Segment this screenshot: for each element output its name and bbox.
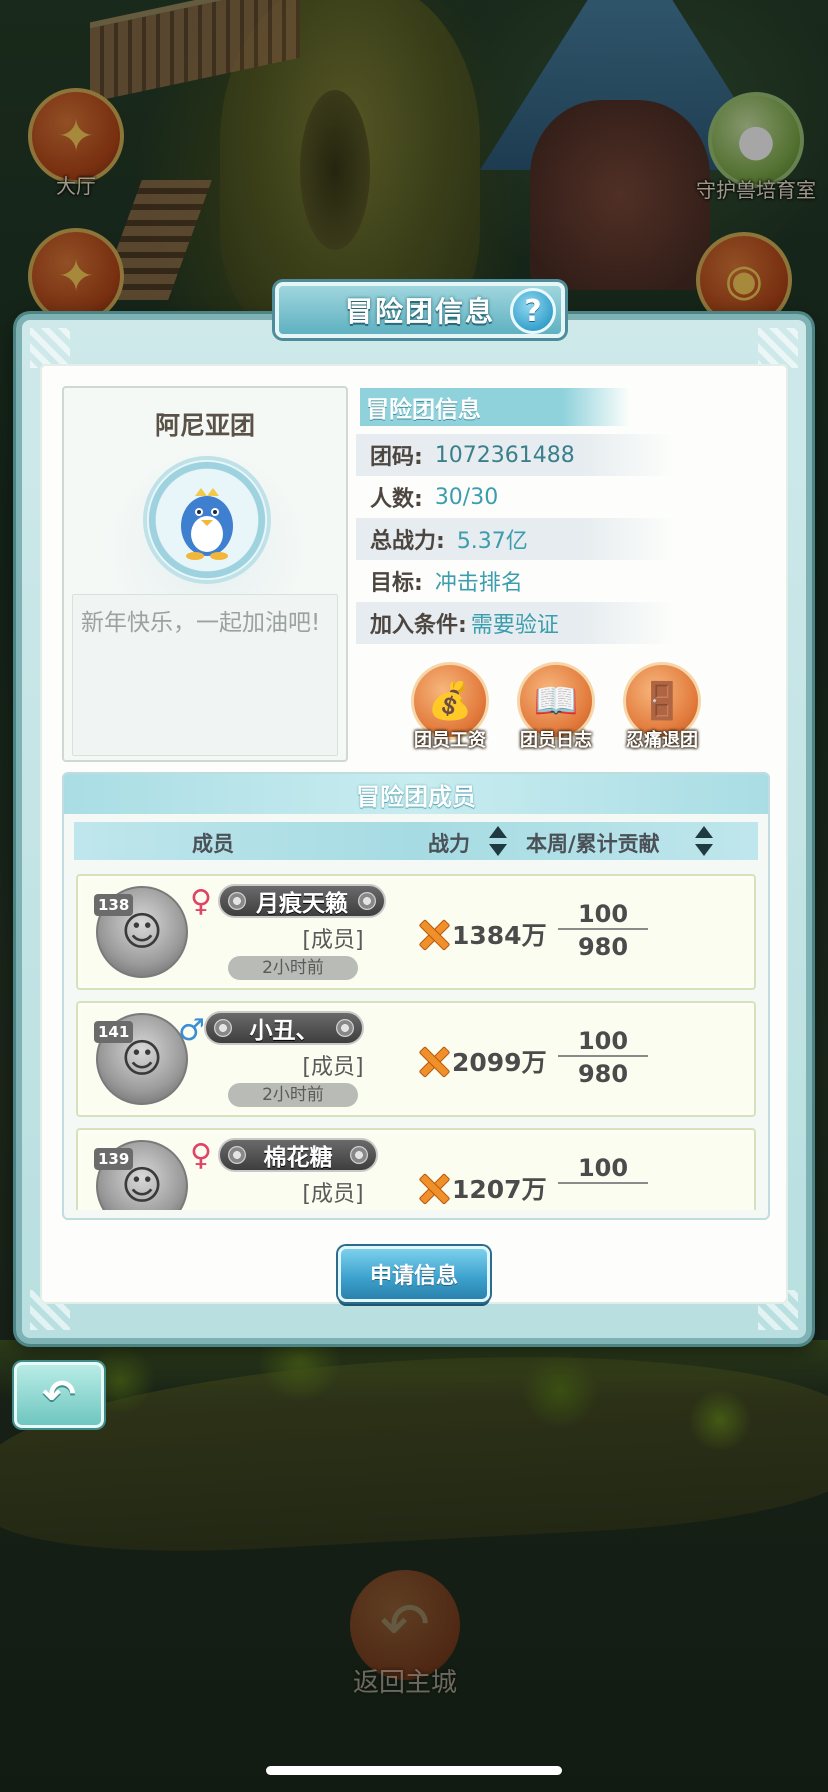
member-name: 月痕天籁 [218, 884, 386, 918]
info-row-code: 团码: 1072361488 [356, 434, 676, 476]
dialog-title: 冒险团信息 [344, 295, 495, 328]
member-count: 30/30 [434, 484, 499, 510]
last-seen: 2小时前 [228, 1083, 358, 1107]
member-log-label: 团员日志 [520, 730, 592, 751]
info-header: 冒险团信息 [360, 388, 630, 426]
join-condition: 需要验证 [470, 613, 559, 638]
info-row-power: 总战力: 5.37亿 [356, 518, 676, 560]
corner-decoration [758, 328, 798, 368]
guild-code: 1072361488 [434, 442, 575, 468]
info-key: 人数: [370, 487, 423, 512]
crossed-swords-icon [418, 1173, 448, 1203]
member-list[interactable]: ☺ 138 ♀ 月痕天籁 [成员] 2小时前 1384万 100 980 ☺ 1… [74, 860, 758, 1210]
crossed-swords-icon [418, 1046, 448, 1076]
weekly-contribution: 100 [558, 1025, 648, 1057]
info-key: 团码: [370, 445, 423, 470]
dialog-content: 阿尼亚团 新年快乐，一起加油吧! 冒险团信息 团码: 1072361488 人数… [40, 364, 788, 1304]
total-contribution: 980 [577, 1060, 629, 1088]
members-panel: 冒险团成员 成员 战力 本周/累计贡献 ☺ 138 ♀ 月痕天籁 [成员] 2小… [62, 772, 770, 1220]
help-button[interactable]: ? [510, 288, 556, 334]
guild-card: 阿尼亚团 新年快乐，一起加油吧! [62, 386, 348, 762]
info-row-join: 加入条件: 需要验证 [356, 602, 676, 644]
member-contribution: 100 980 [558, 898, 648, 964]
last-seen: 2小时前 [228, 956, 358, 980]
corner-decoration [30, 328, 70, 368]
salary-label: 团员工资 [414, 730, 486, 751]
leave-guild-label: 忍痛退团 [626, 730, 698, 751]
member-row[interactable]: ☺ 141 ♂ 小丑、 [成员] 2小时前 2099万 100 980 [76, 1001, 756, 1117]
sort-power-icon[interactable] [488, 826, 508, 856]
apply-info-button[interactable]: 申请信息 [338, 1246, 490, 1302]
female-icon: ♀ [190, 1138, 212, 1173]
level-badge: 139 [94, 1148, 134, 1170]
power-value: 1207万 [452, 1175, 547, 1204]
male-icon: ♂ [178, 1013, 205, 1048]
sort-contribution-icon[interactable] [694, 826, 714, 856]
level-badge: 138 [94, 894, 134, 916]
info-key: 总战力: [370, 529, 445, 554]
guild-name: 阿尼亚团 [154, 411, 255, 440]
penguin-icon [181, 488, 233, 560]
member-contribution: 100 [558, 1152, 648, 1184]
power-value: 2099万 [452, 1048, 547, 1077]
member-power: 1207万 [418, 1170, 547, 1206]
guild-info-dialog: 冒险团信息 ? 阿尼亚团 新年快乐，一起加油吧! 冒险团信息 团码: 10723… [16, 282, 812, 1344]
col-power[interactable]: 战力 [428, 828, 470, 858]
guild-emblem[interactable] [147, 460, 267, 580]
member-contribution: 100 980 [558, 1025, 648, 1091]
weekly-contribution: 100 [558, 1152, 648, 1184]
member-role: [成员] [302, 1055, 364, 1080]
level-badge: 141 [94, 1021, 134, 1043]
member-role: [成员] [302, 1182, 364, 1207]
member-power: 2099万 [418, 1043, 547, 1079]
power-value: 1384万 [452, 921, 547, 950]
info-row-count: 人数: 30/30 [356, 476, 676, 518]
info-row-goal: 目标: 冲击排名 [356, 560, 676, 602]
back-button[interactable]: ↶ [14, 1362, 104, 1428]
member-power: 1384万 [418, 916, 547, 952]
member-log-button[interactable]: 📖 团员日志 [508, 662, 604, 752]
leave-guild-button[interactable]: 🚪 忍痛退团 [614, 662, 710, 752]
member-name: 小丑、 [204, 1011, 364, 1045]
home-indicator[interactable] [266, 1766, 562, 1775]
info-key: 加入条件: [370, 613, 467, 638]
female-icon: ♀ [190, 884, 212, 919]
member-role: [成员] [302, 928, 364, 953]
weekly-contribution: 100 [558, 898, 648, 930]
col-member: 成员 [192, 832, 234, 856]
members-title: 冒险团成员 [64, 774, 768, 814]
member-name: 棉花糖 [218, 1138, 378, 1172]
total-contribution: 980 [577, 933, 629, 961]
total-power: 5.37亿 [456, 529, 528, 554]
back-arrow-icon: ↶ [42, 1372, 76, 1418]
member-row[interactable]: ☺ 139 ♀ 棉花糖 [成员] 1207万 100 [76, 1128, 756, 1210]
salary-button[interactable]: 💰 团员工资 [402, 662, 498, 752]
info-key: 目标: [370, 571, 423, 596]
guild-motto: 新年快乐，一起加油吧! [72, 594, 338, 756]
question-icon: ? [524, 293, 542, 329]
members-column-header: 成员 战力 本周/累计贡献 [74, 822, 758, 860]
guild-goal: 冲击排名 [434, 571, 523, 596]
crossed-swords-icon [418, 919, 448, 949]
col-contribution[interactable]: 本周/累计贡献 [526, 828, 660, 858]
member-row[interactable]: ☺ 138 ♀ 月痕天籁 [成员] 2小时前 1384万 100 980 [76, 874, 756, 990]
